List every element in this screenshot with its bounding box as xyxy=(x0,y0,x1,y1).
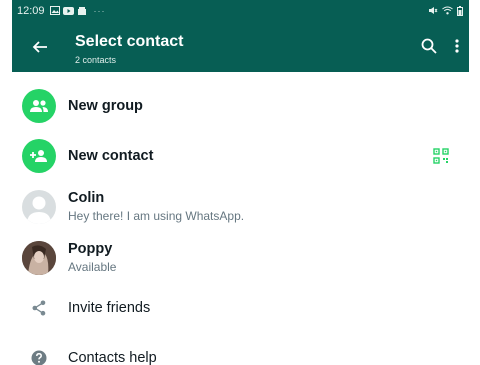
group-icon xyxy=(30,100,48,112)
more-vert-icon xyxy=(455,39,459,53)
status-time: 12:09 xyxy=(17,4,45,17)
app-bar: Select contact 2 contacts xyxy=(12,21,469,72)
overflow-menu-button[interactable] xyxy=(449,34,465,58)
person-silhouette-icon xyxy=(27,196,51,224)
new-contact-label: New contact xyxy=(68,148,154,164)
page-title: Select contact xyxy=(75,33,184,50)
profile-photo-icon xyxy=(22,241,56,275)
contact-status: Available xyxy=(68,260,117,274)
arrow-back-icon xyxy=(32,41,47,53)
contacts-help-lead xyxy=(22,341,56,365)
invite-friends-lead xyxy=(22,291,56,325)
phone-screen: 12:09 ··· Select contact 2 contacts New … xyxy=(12,0,469,365)
contacts-help-label: Contacts help xyxy=(68,350,157,365)
back-button[interactable] xyxy=(26,33,54,61)
wifi-icon xyxy=(442,6,453,15)
new-contact-avatar xyxy=(22,139,56,173)
contact-count: 2 contacts xyxy=(75,55,117,65)
new-group-avatar xyxy=(22,89,56,123)
status-notification-icons: ··· xyxy=(49,5,106,16)
person-add-icon xyxy=(30,150,47,162)
contact-row-poppy[interactable]: Poppy Available xyxy=(12,233,469,283)
contact-row-colin[interactable]: Colin Hey there! I am using WhatsApp. xyxy=(12,182,469,232)
search-button[interactable] xyxy=(417,34,441,58)
invite-friends-label: Invite friends xyxy=(68,300,151,316)
search-icon xyxy=(421,38,437,54)
mute-icon xyxy=(429,7,438,14)
help-icon xyxy=(31,350,47,365)
battery-icon xyxy=(457,5,463,16)
title-block: Select contact 2 contacts xyxy=(75,33,183,66)
default-avatar xyxy=(22,190,56,224)
new-contact-row[interactable]: New contact xyxy=(12,131,469,181)
contact-status: Hey there! I am using WhatsApp. xyxy=(68,209,245,223)
qr-code-icon[interactable] xyxy=(433,148,449,164)
whatsapp-business-icon xyxy=(77,6,86,15)
contacts-help-row[interactable]: Contacts help xyxy=(12,333,469,365)
share-icon xyxy=(32,300,46,316)
status-system-icons xyxy=(428,5,463,16)
invite-friends-row[interactable]: Invite friends xyxy=(12,283,469,333)
contact-photo-avatar xyxy=(22,241,56,275)
contact-name: Poppy xyxy=(68,241,113,257)
new-group-label: New group xyxy=(68,98,143,114)
image-icon xyxy=(49,6,60,15)
contact-name: Colin xyxy=(68,190,105,206)
more-notifications-icon: ··· xyxy=(93,5,106,16)
status-bar: 12:09 ··· xyxy=(12,0,469,21)
new-group-row[interactable]: New group xyxy=(12,81,469,131)
youtube-icon xyxy=(62,6,74,15)
